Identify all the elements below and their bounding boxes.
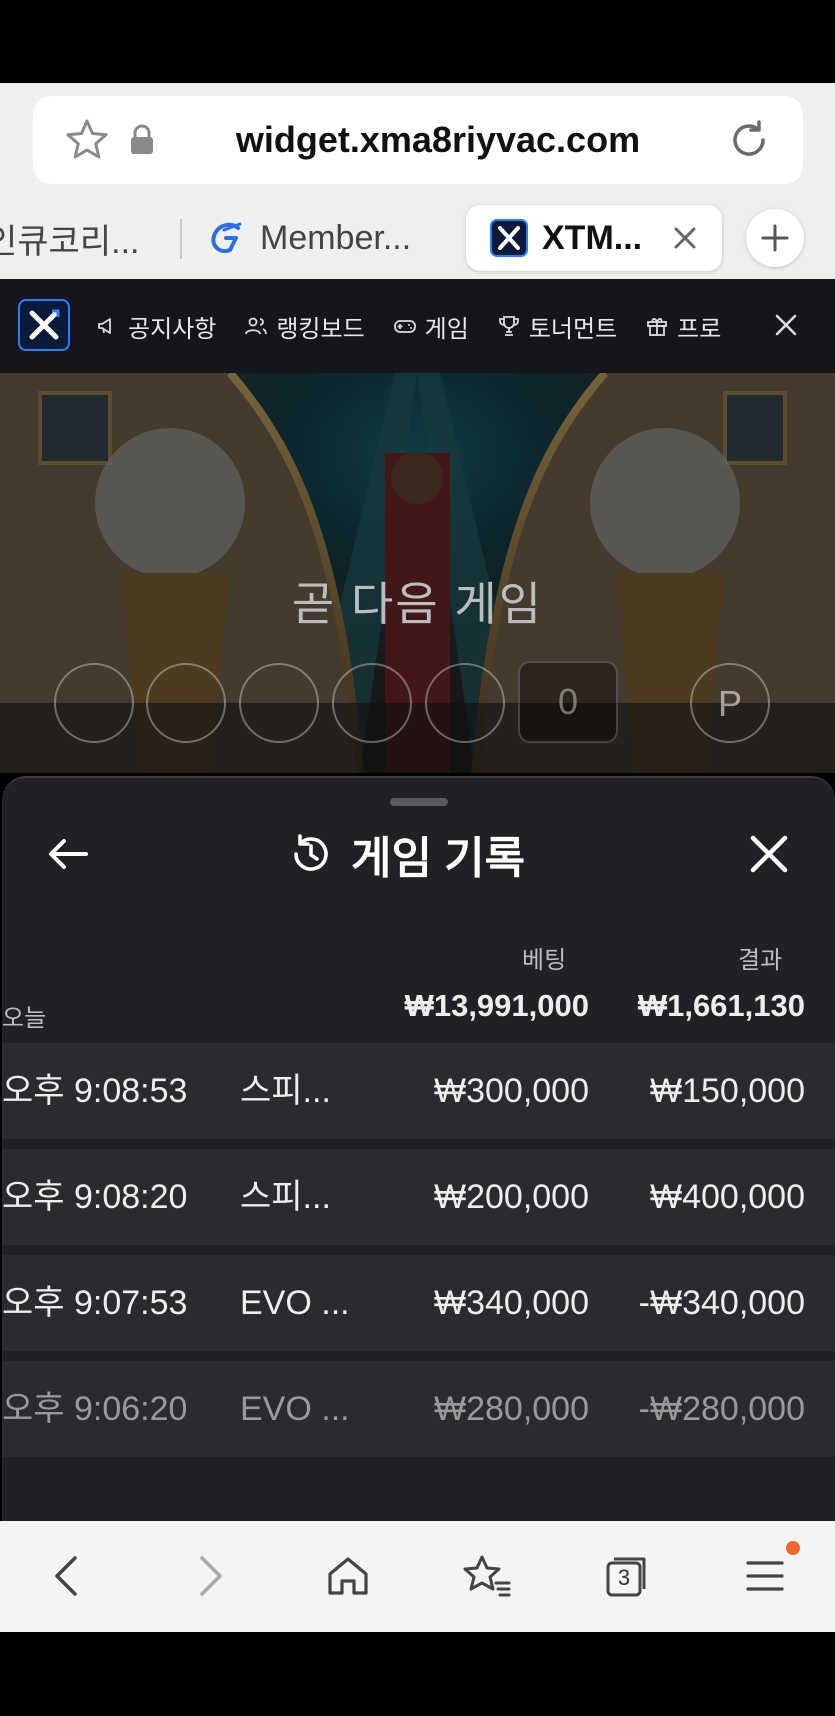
users-icon [245,317,268,335]
nav-item-notice[interactable]: 공지사항 [96,309,216,344]
history-list: 오후 9:08:53 스피... ₩300,000 ₩150,000 오후 9:… [2,1043,835,1467]
live-video-stream[interactable]: 곧 다음 게임 0 P [0,373,835,773]
column-header-result: 결과 [738,947,783,974]
history-row[interactable]: 오후 9:08:20 스피... ₩200,000 ₩400,000 [2,1149,835,1245]
row-bet: ₩280,000 [434,1390,589,1428]
row-time: 오후 9:08:53 [2,1072,188,1110]
drag-handle[interactable] [390,798,448,806]
chevron-right-icon [200,1556,222,1596]
row-game: 스피... [240,1072,331,1110]
back-button[interactable] [40,1549,94,1603]
row-time: 오후 9:08:20 [2,1178,188,1216]
game-history-sheet: 게임 기록 베팅 결과 오늘 ₩13,991,000 ₩1,661,130 오후… [2,776,835,1521]
row-game: 스피... [240,1178,331,1216]
row-bet: ₩300,000 [434,1072,589,1110]
row-game: EVO ... [240,1284,350,1322]
nav-item-label: 토너먼트 [528,315,618,343]
nav-item-game[interactable]: 게임 [393,309,469,344]
tab-label: 인큐코리... [0,222,140,261]
powerball-slot: P [690,663,770,743]
close-icon[interactable] [748,833,790,875]
site-nav: 공지사항 랭킹보드 게임 토너먼트 프로 [0,279,835,373]
row-game: EVO ... [240,1390,350,1428]
tab-label: XTM... [542,218,643,257]
nav-item-label: 랭킹보드 [276,315,365,343]
row-bet: ₩340,000 [434,1284,589,1322]
trophy-icon [498,316,519,336]
ball-slot [425,663,505,743]
ball-slot [54,663,134,743]
today-label: 오늘 [2,1005,47,1032]
sheet-title: 게임 기록 [287,824,525,884]
row-time: 오후 9:06:20 [2,1390,188,1428]
tab-xtm-active[interactable]: XTM... [466,205,722,271]
lock-icon[interactable] [129,124,155,156]
gamepad-icon [393,320,416,333]
ball-slot [332,663,412,743]
tabs-icon: 3 [606,1555,648,1597]
nav-item-label: 게임 [424,315,469,343]
tab-count-label: 3 [617,1565,631,1590]
row-result: -₩340,000 [638,1284,805,1322]
chevron-left-icon [55,1556,77,1596]
nav-item-label: 공지사항 [128,315,217,343]
browser-bottom-toolbar: 3 [0,1521,835,1632]
ball-slot [239,663,319,743]
g-logo-icon [211,222,242,253]
hamburger-menu-icon [746,1561,784,1591]
home-button[interactable] [321,1549,375,1603]
browser-top-bar: widget.xma8riyvac.com 인큐코리... Member... … [0,83,835,279]
reload-icon[interactable] [725,116,773,164]
bookmark-star-icon[interactable] [63,116,111,164]
ball-slot [146,663,226,743]
address-bar[interactable]: widget.xma8riyvac.com [33,96,803,184]
x-logo-icon [29,309,60,340]
notification-dot [786,1541,800,1555]
plus-icon [761,224,789,252]
nav-item-tournament[interactable]: 토너먼트 [497,309,617,344]
close-icon[interactable] [773,312,799,338]
tab-strip: 인큐코리... Member... XTM... [0,201,835,279]
total-result: ₩1,661,130 [637,988,805,1023]
nav-items: 공지사항 랭킹보드 게임 토너먼트 프로 [96,279,721,373]
menu-button[interactable] [738,1549,792,1603]
nav-item-label: 프로 [677,315,722,343]
home-icon [328,1557,368,1595]
row-result: -₩280,000 [638,1390,805,1428]
nav-item-ranking[interactable]: 랭킹보드 [244,309,365,344]
url-text[interactable]: widget.xma8riyvac.com [173,96,703,184]
tab-member[interactable]: Member... [206,205,411,271]
megaphone-icon [98,318,111,334]
gift-icon [647,318,668,336]
zero-slot: 0 [518,661,618,743]
total-bet: ₩13,991,000 [404,988,589,1023]
history-row[interactable]: 오후 9:08:53 스피... ₩300,000 ₩150,000 [2,1043,835,1139]
history-row[interactable]: 오후 9:06:20 EVO ... ₩280,000 -₩280,000 [2,1361,835,1457]
bookmarks-button[interactable] [460,1549,514,1603]
new-tab-button[interactable] [746,209,804,267]
site-logo[interactable] [18,299,70,351]
status-bar [0,0,835,83]
tab-separator [180,219,182,259]
forward-button[interactable] [183,1549,237,1603]
row-time: 오후 9:07:53 [2,1284,188,1322]
history-row[interactable]: 오후 9:07:53 EVO ... ₩340,000 -₩340,000 [2,1255,835,1351]
back-arrow-icon[interactable] [46,832,90,876]
column-header-bet: 베팅 [522,947,567,974]
history-icon [294,834,328,871]
row-result: ₩400,000 [650,1178,805,1216]
row-bet: ₩200,000 [434,1178,589,1216]
tabs-button[interactable]: 3 [600,1549,654,1603]
star-list-icon [463,1555,511,1597]
system-nav-bar [0,1632,835,1716]
sheet-title-text: 게임 기록 [351,834,526,883]
nav-item-promo[interactable]: 프로 [645,309,721,344]
row-result: ₩150,000 [650,1072,805,1110]
tab-inqkorea[interactable]: 인큐코리... [0,205,160,271]
tab-close-icon[interactable] [672,225,698,251]
x-favicon-icon [490,219,528,257]
next-game-status: 곧 다음 게임 [291,578,544,630]
tab-label: Member... [260,218,412,257]
